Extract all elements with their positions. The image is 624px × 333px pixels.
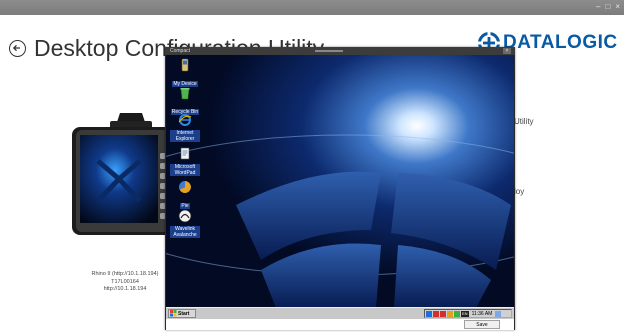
window-titlebar: – □ × bbox=[0, 0, 624, 15]
window-controls: – □ × bbox=[596, 1, 620, 13]
desktop-icon[interactable] bbox=[495, 310, 502, 317]
system-tray: EN 11:36 AM bbox=[424, 309, 512, 318]
internet-explorer-icon bbox=[178, 114, 192, 126]
windows-logo-icon bbox=[170, 310, 177, 317]
device-url: http://10.1.18.194 bbox=[103, 286, 147, 292]
connection-icon[interactable] bbox=[447, 310, 453, 317]
pie-icon bbox=[178, 180, 191, 193]
network-icon[interactable] bbox=[426, 310, 432, 317]
desktop-icon-wavelink-avalanche[interactable]: Wavelink Avalanche bbox=[170, 209, 200, 241]
remote-title: Compact bbox=[170, 48, 191, 54]
desktop-wallpaper bbox=[166, 55, 514, 308]
desktop-icon-wordpad[interactable]: Microsoft WordPad bbox=[170, 147, 200, 179]
drag-handle[interactable] bbox=[315, 50, 343, 52]
remote-desktop-window[interactable]: Compact × My Device Recycle Bin Internet… bbox=[165, 47, 515, 330]
my-device-icon bbox=[181, 58, 189, 72]
device-name-url: Rhino II (http://10.1.18.194) bbox=[91, 271, 159, 277]
recycle-bin-icon bbox=[180, 88, 190, 100]
close-button[interactable]: × bbox=[615, 1, 620, 13]
wavelink-icon bbox=[178, 209, 192, 223]
device-serial: T17L00164 bbox=[111, 278, 139, 285]
device-caption: Rhino II (http://10.1.18.194) T17L00164 … bbox=[70, 271, 180, 294]
desktop-icon-pie[interactable]: Pie bbox=[170, 180, 200, 212]
side-text-utility: Utility bbox=[514, 117, 534, 126]
wordpad-icon bbox=[180, 147, 190, 160]
save-button[interactable]: Save bbox=[464, 320, 500, 329]
start-button[interactable]: Start bbox=[168, 309, 196, 318]
device-image bbox=[72, 113, 176, 235]
minimize-button[interactable]: – bbox=[596, 1, 600, 13]
clock: 11:36 AM bbox=[471, 310, 493, 317]
input-language-badge[interactable]: EN bbox=[461, 310, 469, 317]
remote-titlebar[interactable]: Compact × bbox=[165, 47, 515, 55]
remote-close-button[interactable]: × bbox=[503, 48, 511, 54]
brand-name: DATALOGIC bbox=[503, 32, 618, 53]
remote-footer: Save bbox=[166, 319, 514, 330]
volume-icon[interactable] bbox=[440, 310, 446, 317]
arrow-left-icon bbox=[12, 44, 20, 51]
desktop-icon-internet-explorer[interactable]: Internet Explorer bbox=[170, 113, 200, 145]
wifi-icon[interactable] bbox=[454, 310, 460, 317]
side-text-deploy: loy bbox=[514, 187, 525, 196]
back-button[interactable] bbox=[9, 39, 26, 57]
remote-desktop-screen[interactable]: My Device Recycle Bin Internet Explorer … bbox=[166, 55, 514, 308]
battery-icon[interactable] bbox=[433, 310, 439, 317]
maximize-button[interactable]: □ bbox=[605, 1, 610, 13]
